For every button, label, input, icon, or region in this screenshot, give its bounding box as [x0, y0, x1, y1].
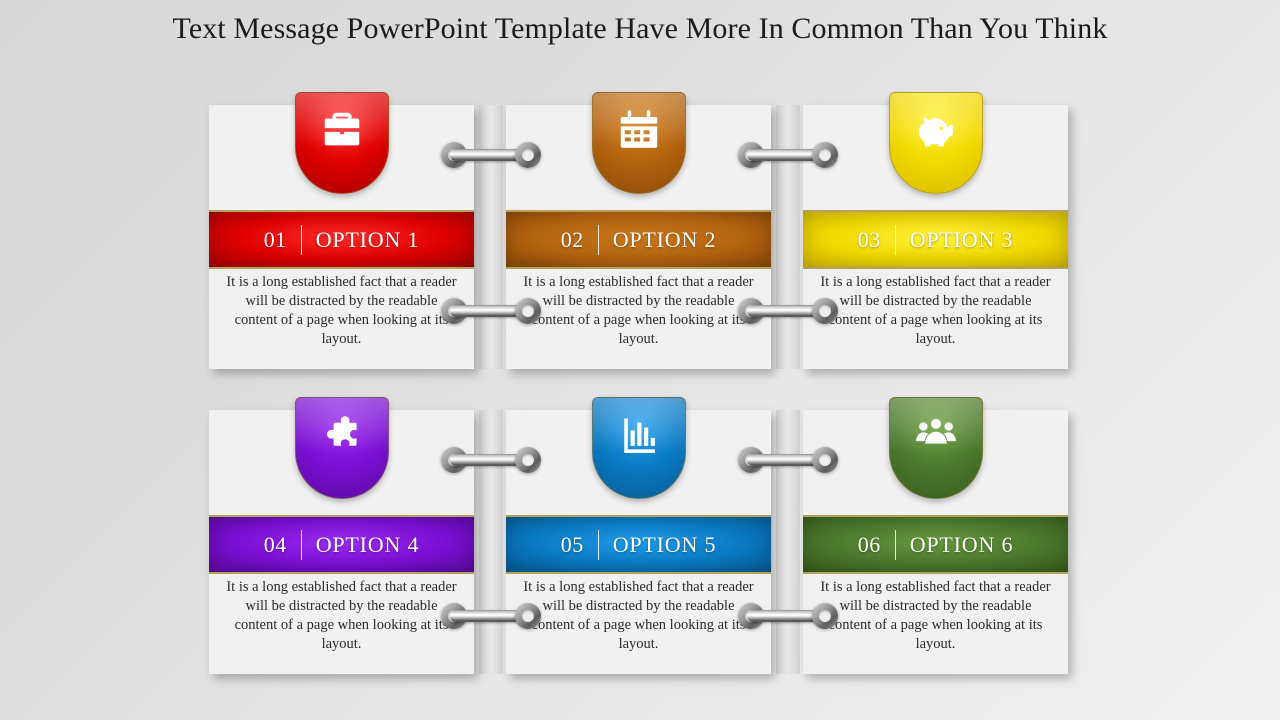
piggy-bank-icon: [918, 117, 953, 147]
connector-row2-right-top: [738, 447, 838, 473]
people-group-icon: [915, 418, 956, 444]
option-number-1: 01: [263, 226, 287, 252]
option-bar-4: 04 OPTION 4: [209, 515, 474, 574]
bar-chart-icon: [623, 418, 655, 454]
option-bar-3: 03 OPTION 3: [803, 210, 1068, 269]
connector-row2-left-bottom: [441, 603, 541, 629]
option-number-4: 04: [263, 531, 287, 557]
option-label-2: OPTION 2: [612, 226, 717, 252]
option-bar-6: 06 OPTION 6: [803, 515, 1068, 574]
option-separator-2: [597, 224, 599, 255]
option-card-2[interactable]: 02 OPTION 2 It is a long established fac…: [506, 92, 771, 369]
option-label-5: OPTION 5: [612, 531, 717, 557]
badge-6: [888, 397, 983, 499]
calendar-icon: [620, 110, 657, 148]
option-body-4: It is a long established fact that a rea…: [226, 579, 457, 652]
badge-1: [294, 92, 389, 194]
option-number-3: 03: [857, 226, 881, 252]
option-card-1[interactable]: 01 OPTION 1 It is a long established fac…: [209, 92, 474, 369]
connector-row1-right-bottom: [738, 298, 838, 324]
option-bar-5: 05 OPTION 5: [506, 515, 771, 574]
option-number-5: 05: [560, 531, 584, 557]
slide-canvas: Text Message PowerPoint Template Have Mo…: [0, 0, 1280, 720]
option-body-3: It is a long established fact that a rea…: [820, 274, 1051, 347]
option-label-3: OPTION 3: [909, 226, 1014, 252]
connector-row2-right-bottom: [738, 603, 838, 629]
option-body-6: It is a long established fact that a rea…: [820, 579, 1051, 652]
connector-row1-left-top: [441, 142, 541, 168]
option-label-1: OPTION 1: [315, 226, 420, 252]
option-card-6[interactable]: 06 OPTION 6 It is a long established fac…: [803, 397, 1068, 674]
option-card-5[interactable]: 05 OPTION 5 It is a long established fac…: [506, 397, 771, 674]
option-separator-3: [894, 224, 896, 255]
badge-4: [294, 397, 389, 499]
briefcase-icon: [324, 112, 359, 146]
option-number-6: 06: [857, 531, 881, 557]
option-separator-4: [300, 529, 302, 560]
option-body-2: It is a long established fact that a rea…: [523, 274, 754, 347]
option-card-4[interactable]: 04 OPTION 4 It is a long established fac…: [209, 397, 474, 674]
option-separator-1: [300, 224, 302, 255]
option-separator-5: [597, 529, 599, 560]
option-body-1: It is a long established fact that a rea…: [226, 274, 457, 347]
option-body-5: It is a long established fact that a rea…: [523, 579, 754, 652]
option-bar-1: 01 OPTION 1: [209, 210, 474, 269]
option-card-3[interactable]: 03 OPTION 3 It is a long established fac…: [803, 92, 1068, 369]
badge-2: [591, 92, 686, 194]
option-card-grid: 01 OPTION 1 It is a long established fac…: [0, 0, 1280, 720]
option-label-4: OPTION 4: [315, 531, 420, 557]
option-separator-6: [894, 529, 896, 560]
connector-row1-left-bottom: [441, 298, 541, 324]
option-bar-2: 02 OPTION 2: [506, 210, 771, 269]
connector-row1-right-top: [738, 142, 838, 168]
connector-row2-left-top: [441, 447, 541, 473]
badge-3: [888, 92, 983, 194]
option-label-6: OPTION 6: [909, 531, 1014, 557]
option-number-2: 02: [560, 226, 584, 252]
badge-5: [591, 397, 686, 499]
puzzle-piece-icon: [326, 416, 357, 446]
